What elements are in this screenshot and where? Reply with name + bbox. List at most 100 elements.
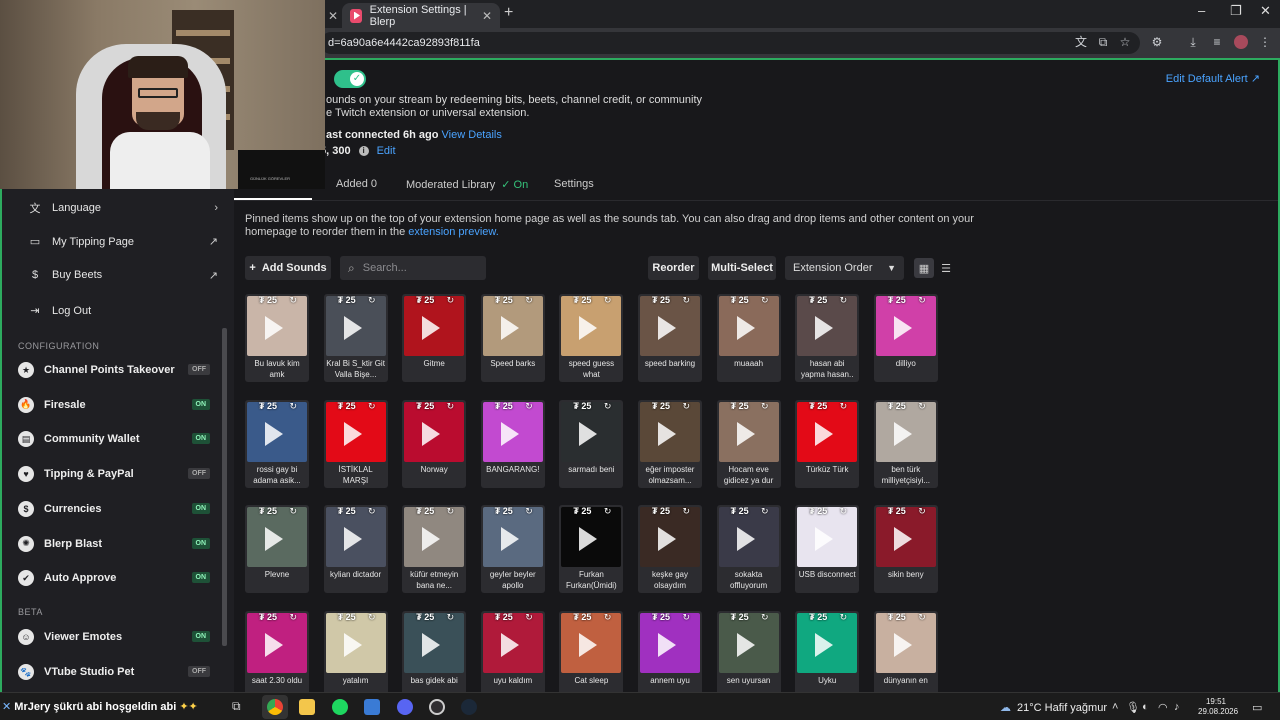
view-details-link[interactable]: View Details [442,129,502,141]
chevron-up-icon[interactable]: ˄ [1112,701,1118,713]
sidebar-item[interactable]: 🐾 VTube Studio Pet OFF [18,662,210,682]
refresh-icon[interactable]: ↻ [368,295,376,306]
refresh-icon[interactable]: ↻ [447,295,455,306]
menu-item-tipping-page[interactable]: ▭ My Tipping Page ↗ [28,235,218,249]
refresh-icon[interactable]: ↻ [918,295,926,306]
play-icon[interactable] [343,527,362,551]
play-icon[interactable] [658,632,676,657]
sound-card[interactable]: ₮ 25 ↻ sikin beny [873,505,938,593]
sound-card[interactable]: ₮ 25 ↻ sarmadı beni [559,399,624,488]
play-icon[interactable] [500,421,519,446]
refresh-icon[interactable]: ↻ [761,401,769,412]
refresh-icon[interactable]: ↻ [918,612,926,623]
sound-card[interactable]: ₮ 25 ↻ ben türk milliyetçisiyi... [873,399,938,488]
menu-item-logout[interactable]: ⇥ Log Out [28,304,218,318]
refresh-icon[interactable]: ↻ [918,506,926,517]
play-icon[interactable] [893,421,912,446]
refresh-icon[interactable]: ↻ [682,612,690,623]
play-icon[interactable] [736,316,755,340]
play-icon[interactable] [265,316,283,340]
refresh-icon[interactable]: ↻ [604,295,612,306]
system-clock[interactable]: 19:51 29.08.2026 [1198,697,1238,717]
url-input[interactable]: d=6a90a6e4442ca92893f811fa [320,32,1140,54]
sound-card[interactable]: ₮ 25 ↻ Kral Bi S_ktir Git Valla Bişe... [323,294,388,382]
extension-enabled-toggle[interactable] [334,70,366,88]
kebab-menu-icon[interactable]: ⋮ [1258,35,1272,49]
multi-select-button[interactable]: Multi-Select [708,256,776,280]
spotify-icon[interactable] [332,699,348,715]
sidebar-item[interactable]: ★ Channel Points Takeover OFF [18,360,210,380]
play-icon[interactable] [815,632,834,657]
refresh-icon[interactable]: ↻ [761,612,769,623]
sound-card[interactable]: ₮ 25 ↻ uyu kaldım [480,610,545,692]
play-icon[interactable] [658,421,676,446]
file-explorer-icon[interactable] [299,699,315,715]
grid-view-icon[interactable]: ▦ [914,258,934,278]
sound-card[interactable]: ₮ 25 ↻ saat 2.30 oldu [245,610,309,692]
refresh-icon[interactable]: ↻ [447,506,455,517]
close-tab-icon[interactable]: ✕ [482,9,492,23]
refresh-icon[interactable]: ↻ [682,401,690,412]
volume-icon[interactable]: ♪ [1174,701,1180,713]
play-icon[interactable] [343,316,362,340]
sound-card[interactable]: ₮ 25 ↻ kylian dictador [323,505,388,593]
extension-preview-link[interactable]: extension preview. [408,226,499,238]
search-input[interactable] [362,262,473,274]
sidebar-item[interactable]: ✺ Blerp Blast ON [18,534,210,554]
app-icon[interactable] [364,699,380,715]
play-icon[interactable] [500,316,519,340]
refresh-icon[interactable]: ↻ [604,401,612,412]
play-icon[interactable] [422,632,441,657]
play-icon[interactable] [736,632,755,657]
tab-moderated-library[interactable]: Moderated Library ✓ On [406,178,528,191]
new-tab-icon[interactable]: + [504,4,513,22]
sound-card[interactable]: ₮ 25 ↻ geyler beyler apollo [480,505,545,593]
refresh-icon[interactable]: ↻ [604,612,612,623]
discord-icon[interactable] [397,699,413,715]
play-icon[interactable] [815,421,834,446]
sound-card[interactable]: ₮ 25 ↻ Gitme [402,294,467,382]
play-icon[interactable] [343,421,362,446]
close-window-icon[interactable]: ✕ [1260,3,1271,19]
sidebar-item[interactable]: ✔ Auto Approve ON [18,568,210,588]
play-icon[interactable] [658,527,676,551]
sound-card[interactable]: ₮ 25 ↻ dünyanın en [873,610,938,692]
refresh-icon[interactable]: ↻ [368,506,376,517]
refresh-icon[interactable]: ↻ [682,506,690,517]
sound-card[interactable]: ₮ 25 ↻ Plevne [245,505,309,593]
play-icon[interactable] [815,316,834,340]
install-icon[interactable]: ⧉ [1096,35,1110,49]
profile-avatar-icon[interactable] [1234,35,1248,49]
media-queue-icon[interactable]: ≡ [1210,35,1224,49]
bookmark-star-icon[interactable]: ☆ [1118,35,1132,49]
refresh-icon[interactable]: ↻ [918,401,926,412]
sound-card[interactable]: ₮ 25 ↻ Furkan Furkan(Ümidi) [559,505,624,593]
chrome-icon[interactable] [267,699,283,715]
refresh-icon[interactable]: ↻ [840,295,848,306]
refresh-icon[interactable]: ↻ [525,401,533,412]
sound-card[interactable]: ₮ 25 ↻ rossi gay bi adama asik... [245,399,309,488]
refresh-icon[interactable]: ↻ [289,506,297,517]
close-tab-icon[interactable]: ✕ [328,9,338,23]
search-box[interactable]: ⌕ [340,256,486,280]
tab-added[interactable]: Added 0 [336,178,377,190]
refresh-icon[interactable]: ↻ [289,612,297,623]
play-icon[interactable] [579,421,598,446]
menu-item-language[interactable]: 文 Language › [28,200,219,216]
refresh-icon[interactable]: ↻ [840,612,848,623]
play-icon[interactable] [815,527,834,551]
sidebar-item[interactable]: ▤ Community Wallet ON [18,429,210,449]
extensions-puzzle-icon[interactable]: ⚙ [1150,35,1164,49]
sound-card[interactable]: ₮ 25 ↻ annem uyu [638,610,702,692]
translate-icon[interactable]: 文 [1074,35,1088,49]
list-view-icon[interactable]: ☰ [936,258,956,278]
sound-card[interactable]: ₮ 25 ↻ Cat sleep [559,610,624,692]
microphone-icon[interactable]: 🎙︎ [1126,701,1140,714]
menu-item-buy-beets[interactable]: $ Buy Beets ↗ [28,269,218,282]
play-icon[interactable] [422,527,441,551]
sound-card[interactable]: ₮ 25 ↻ yatalım [323,610,388,692]
edit-default-alert-link[interactable]: Edit Default Alert ↗ [1166,72,1260,85]
sound-card[interactable]: ₮ 25 ↻ İSTİKLAL MARŞI [323,399,388,488]
sound-card[interactable]: ₮ 25 ↻ Bu lavuk kim amk [245,294,309,382]
refresh-icon[interactable]: ↻ [368,612,376,623]
